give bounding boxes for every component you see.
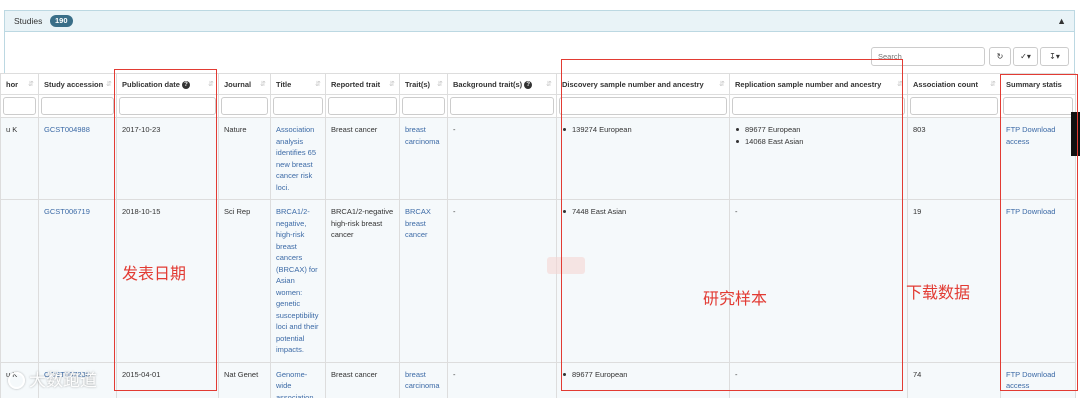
col-label: Trait(s): [405, 79, 431, 89]
watermark-logo-icon: [8, 372, 25, 389]
annotation-box-publication-date: [114, 69, 217, 391]
study-count-badge: 190: [50, 15, 73, 27]
panel-title: Studies: [14, 16, 43, 26]
trait-link[interactable]: breast carcinoma: [405, 370, 440, 391]
help-icon[interactable]: ?: [524, 80, 533, 89]
accession-link[interactable]: GCST004988: [44, 125, 90, 134]
journal-cell: Nat Genet: [218, 361, 271, 398]
columns-button[interactable]: ✓▾: [1013, 47, 1038, 66]
panel-header[interactable]: Studies 190 ▲: [5, 11, 1074, 32]
refresh-icon: ↻: [996, 52, 1004, 61]
accession-link[interactable]: GCST006719: [44, 207, 90, 216]
background-cell: -: [447, 199, 557, 363]
sort-icon: ⇵: [389, 81, 395, 88]
filter-input[interactable]: [3, 97, 36, 115]
filter-input[interactable]: [41, 97, 114, 115]
filter-input[interactable]: [273, 97, 323, 115]
col-label: hor: [6, 79, 19, 89]
sort-icon: ⇵: [990, 81, 996, 88]
refresh-button[interactable]: ↻: [989, 47, 1011, 66]
annotation-label-download: 下载数据: [906, 283, 971, 302]
sort-icon: ⇵: [546, 81, 552, 88]
sort-icon: ⇵: [106, 81, 112, 88]
col-traits[interactable]: Trait(s) ⇵: [399, 73, 448, 95]
author-cell: [0, 199, 39, 363]
download-icon: ↧▾: [1049, 52, 1060, 61]
col-journal[interactable]: Journal ⇵: [218, 73, 271, 95]
annotation-box-download: [1000, 74, 1078, 391]
journal-cell: Sci Rep: [218, 199, 271, 363]
annotation-label-publication-date: 发表日期: [122, 264, 187, 283]
association-count-cell: 803: [907, 117, 1001, 200]
author-cell: u K: [0, 117, 39, 200]
annotation-label-samples: 研究样本: [703, 289, 768, 308]
sort-icon: ⇵: [28, 81, 34, 88]
reported-trait-cell: BRCA1/2-negative high-risk breast cancer: [325, 199, 400, 363]
background-cell: -: [447, 117, 557, 200]
background-cell: -: [447, 361, 557, 398]
export-button[interactable]: ↧▾: [1040, 47, 1069, 66]
trait-link[interactable]: BRCAX breast cancer: [405, 207, 431, 239]
col-label: Background trait(s): [453, 79, 523, 89]
trait-link[interactable]: breast carcinoma: [405, 125, 440, 146]
col-association-count[interactable]: Association count ⇵: [907, 73, 1001, 95]
col-author[interactable]: hor ⇵: [0, 73, 39, 95]
sort-icon: ⇵: [437, 81, 443, 88]
reported-trait-cell: Breast cancer: [325, 117, 400, 200]
col-reported-trait[interactable]: Reported trait ⇵: [325, 73, 400, 95]
title-link[interactable]: Genome-wide association: [276, 370, 314, 398]
col-study-accession[interactable]: Study accession ⇵: [38, 73, 117, 95]
chevron-up-icon[interactable]: ▲: [1057, 16, 1066, 26]
watermark-text: 大数跑道: [29, 371, 97, 391]
watermark: 大数跑道: [8, 366, 97, 391]
reported-trait-cell: Breast cancer: [325, 361, 400, 398]
filter-input[interactable]: [328, 97, 397, 115]
filter-input[interactable]: [450, 97, 554, 115]
check-columns-icon: ✓▾: [1020, 52, 1031, 61]
title-link[interactable]: BRCA1/2-negative, high-risk breast cance…: [276, 207, 319, 354]
sort-icon: ⇵: [315, 81, 321, 88]
col-label: Reported trait: [331, 79, 381, 89]
journal-cell: Nature: [218, 117, 271, 200]
col-label: Journal: [224, 79, 252, 89]
col-label: Title: [276, 79, 292, 89]
col-label: Study accession: [44, 79, 104, 89]
sort-icon: ⇵: [260, 81, 266, 88]
filter-input[interactable]: [402, 97, 445, 115]
association-count-cell: 74: [907, 361, 1001, 398]
annotation-box-samples: [561, 59, 903, 391]
filter-input[interactable]: [221, 97, 268, 115]
col-title[interactable]: Title ⇵: [270, 73, 326, 95]
title-link[interactable]: Association analysis identifies 65 new b…: [276, 125, 316, 192]
col-background-traits[interactable]: Background trait(s)? ⇵: [447, 73, 557, 95]
col-label: Association count: [913, 79, 979, 89]
filter-input[interactable]: [910, 97, 998, 115]
